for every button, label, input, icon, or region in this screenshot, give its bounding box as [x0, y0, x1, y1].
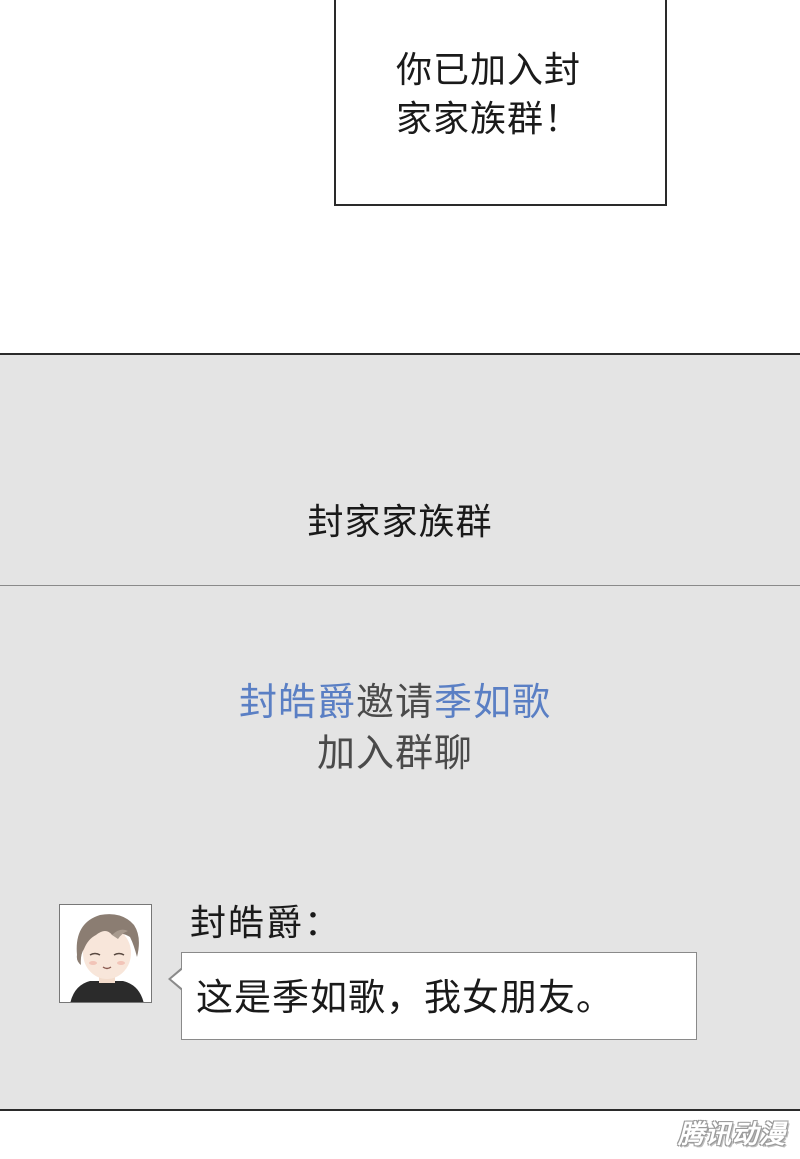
smiling-boy-avatar-icon — [70, 914, 144, 1002]
narration-text: 你已加入封 家家族群！ — [396, 46, 581, 144]
narration-box: 你已加入封 家家族群！ — [334, 0, 667, 206]
watermark-logo: 腾讯动漫 — [677, 1120, 786, 1150]
narration-line-2: 家家族群！ — [396, 99, 582, 140]
invitee-name[interactable]: 季如歌 — [434, 680, 551, 724]
bubble-tail-inner — [171, 969, 183, 989]
message-text: 这是季如歌，我女朋友。 — [196, 976, 614, 1019]
group-title: 封家家族群 — [307, 502, 493, 543]
system-message-line-1: 封皓爵邀请季如歌 — [0, 677, 790, 728]
sender-avatar[interactable] — [59, 904, 152, 1003]
message-bubble[interactable]: 这是季如歌，我女朋友。 — [181, 952, 697, 1040]
system-message-suffix: 加入群聊 — [316, 731, 473, 775]
invite-verb: 邀请 — [355, 680, 434, 724]
chat-header: 封家家族群 — [0, 355, 800, 586]
sender-name: 封皓爵： — [190, 903, 343, 944]
chat-panel: 封家家族群 封皓爵邀请季如歌 加入群聊 封皓爵： 这是季如歌，我女朋友。 — [0, 353, 800, 1111]
inviter-name[interactable]: 封皓爵 — [239, 680, 356, 724]
narration-line-1: 你已加入封 — [396, 50, 582, 91]
system-message: 封皓爵邀请季如歌 加入群聊 — [0, 677, 790, 779]
